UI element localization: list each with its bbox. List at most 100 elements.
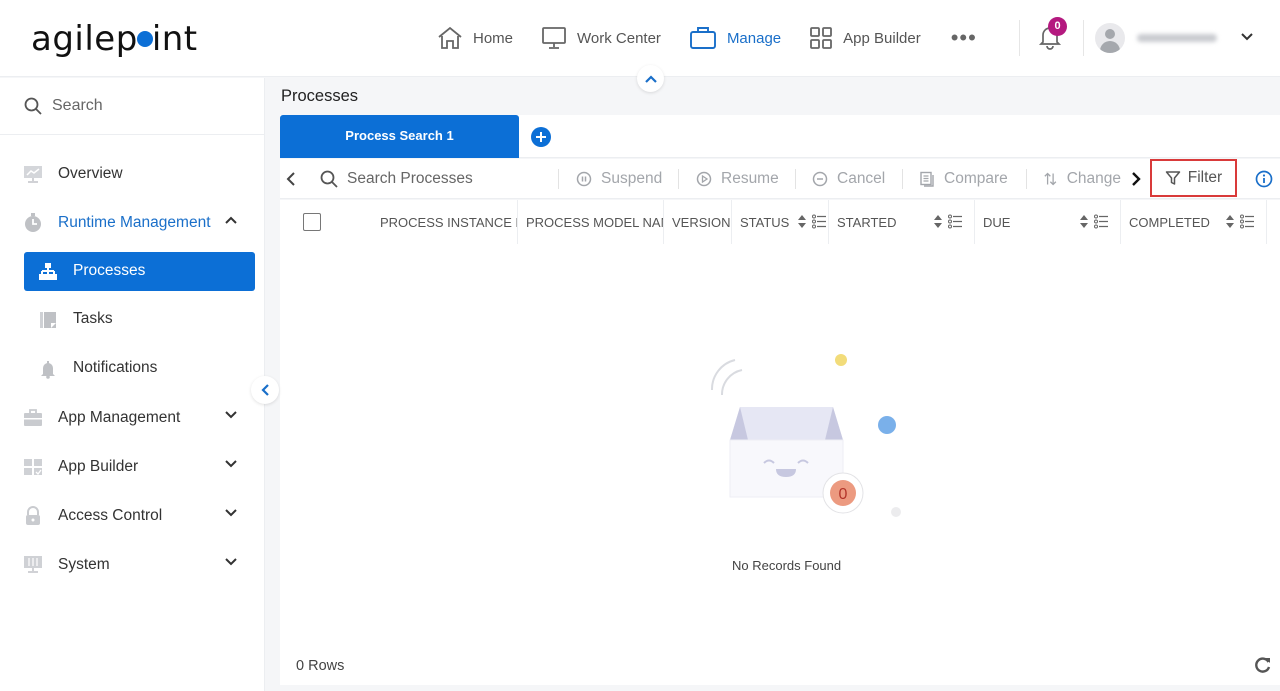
sidebar-item-tasks[interactable]: Tasks (24, 300, 255, 339)
grid-header: PROCESS INSTANCE N PROCESS MODEL NAM VER… (280, 200, 1280, 244)
column-header-process-model[interactable]: PROCESS MODEL NAM (518, 200, 664, 244)
row-count: 0 Rows (296, 658, 345, 674)
agilepoint-logo[interactable]: agilep int (31, 19, 198, 59)
swap-vertical-icon (1044, 172, 1057, 186)
sidebar-item-app-builder[interactable]: App Builder (0, 447, 265, 487)
suspend-button[interactable]: Suspend (576, 159, 662, 199)
header-divider (1083, 20, 1084, 56)
plus-icon (536, 132, 546, 142)
sort-icon[interactable] (1226, 215, 1234, 228)
briefcase-icon (689, 27, 716, 49)
sidebar-item-notifications[interactable]: Notifications (24, 349, 255, 388)
sidebar-item-app-management[interactable]: App Management (0, 398, 265, 438)
username-blurred (1137, 34, 1217, 42)
scroll-left-button[interactable] (286, 159, 305, 199)
tab-process-search-1[interactable]: Process Search 1 (280, 115, 519, 158)
toolbar-divider (902, 169, 903, 189)
collapse-sidebar-button[interactable] (251, 376, 279, 404)
refresh-button[interactable] (1254, 656, 1272, 679)
search-icon (320, 170, 338, 188)
resume-button[interactable]: Resume (696, 159, 779, 199)
sort-icon[interactable] (1080, 215, 1088, 228)
home-icon (438, 26, 462, 49)
cancel-button[interactable]: Cancel (812, 159, 885, 199)
chevron-down-icon (225, 509, 237, 517)
nav-app-builder[interactable]: App Builder (809, 26, 921, 50)
filter-button[interactable]: Filter (1150, 159, 1237, 197)
pause-circle-icon (576, 171, 592, 187)
nav-manage[interactable]: Manage (689, 26, 781, 50)
play-circle-icon (696, 171, 712, 187)
avatar (1095, 23, 1125, 53)
empty-count-badge: 0 (839, 486, 848, 503)
chevron-down-icon (225, 411, 237, 419)
empty-box-illustration: 0 (710, 354, 901, 517)
refresh-icon (1255, 657, 1271, 673)
column-header-completed[interactable]: COMPLETED (1121, 200, 1267, 244)
info-button[interactable] (1255, 170, 1273, 193)
sort-icon[interactable] (934, 215, 942, 228)
chevron-down-icon (225, 460, 237, 468)
sidebar: Search Overview Runtime Management Proce… (0, 78, 265, 691)
column-header-due[interactable]: DUE (975, 200, 1121, 244)
no-records-message: No Records Found (732, 558, 842, 573)
column-menu-icon[interactable] (1094, 214, 1108, 229)
chevron-up-icon (644, 74, 657, 83)
column-menu-icon[interactable] (812, 214, 826, 229)
sidebar-item-processes[interactable]: Processes (24, 252, 255, 291)
column-menu-icon[interactable] (948, 214, 962, 229)
scroll-right-button[interactable] (1131, 159, 1150, 199)
logo-dot (136, 30, 153, 47)
more-menu-button[interactable]: ••• (951, 25, 977, 51)
toolbar-divider (678, 169, 679, 189)
stopwatch-icon (25, 213, 41, 232)
toolbox-icon (24, 409, 42, 426)
sidebar-item-access-control[interactable]: Access Control (0, 496, 265, 536)
column-header-process-instance[interactable]: PROCESS INSTANCE N (280, 200, 518, 244)
toolbar-divider (558, 169, 559, 189)
filter-icon (1165, 171, 1181, 185)
page-title: Processes (281, 87, 359, 105)
add-tab-button[interactable] (531, 127, 551, 147)
header-divider (1019, 20, 1020, 56)
column-menu-icon[interactable] (1240, 214, 1254, 229)
grid-icon (810, 27, 833, 49)
chevron-left-icon (261, 384, 269, 396)
sidebar-item-system[interactable]: System (0, 545, 265, 585)
chevron-left-icon (286, 172, 295, 186)
column-header-started[interactable]: STARTED (829, 200, 975, 244)
tasks-icon (40, 312, 56, 328)
chevron-right-icon (1132, 172, 1141, 186)
collapse-header-button[interactable] (637, 65, 664, 92)
app-grid-icon (24, 459, 42, 475)
sidebar-item-overview[interactable]: Overview (0, 154, 265, 194)
monitor-icon (542, 27, 566, 49)
sidebar-search-input[interactable]: Search (0, 78, 264, 135)
process-toolbar: Search Processes Suspend Resume Cancel C… (280, 159, 1280, 199)
system-icon (24, 556, 42, 573)
chevron-down-icon[interactable] (1240, 32, 1254, 42)
main-nav: Home Work Center Manage App Builder ••• (437, 22, 977, 54)
chart-monitor-icon (24, 166, 42, 183)
top-header: agilep int Home Work Center Manage App Bu… (0, 0, 1280, 77)
column-header-version[interactable]: VERSION (664, 200, 732, 244)
column-header-status[interactable]: STATUS (732, 200, 829, 244)
nav-home[interactable]: Home (437, 26, 513, 50)
compare-button[interactable]: Compare (919, 159, 1008, 199)
sidebar-item-runtime-management[interactable]: Runtime Management (0, 203, 265, 243)
search-icon (24, 97, 42, 115)
user-menu[interactable] (1095, 23, 1217, 53)
sort-icon[interactable] (798, 215, 806, 228)
lock-icon (26, 506, 40, 525)
toolbar-divider (1026, 169, 1027, 189)
minus-circle-icon (812, 171, 828, 187)
chevron-up-icon (225, 216, 237, 224)
select-all-checkbox[interactable] (303, 213, 321, 231)
nav-work-center[interactable]: Work Center (541, 26, 661, 50)
change-button[interactable]: Change (1043, 159, 1121, 199)
process-grid: PROCESS INSTANCE N PROCESS MODEL NAM VER… (280, 200, 1280, 645)
compare-icon (920, 171, 934, 187)
chevron-down-icon (225, 558, 237, 566)
search-processes-input[interactable]: Search Processes (320, 159, 473, 199)
sidebar-search-placeholder: Search (52, 97, 103, 114)
